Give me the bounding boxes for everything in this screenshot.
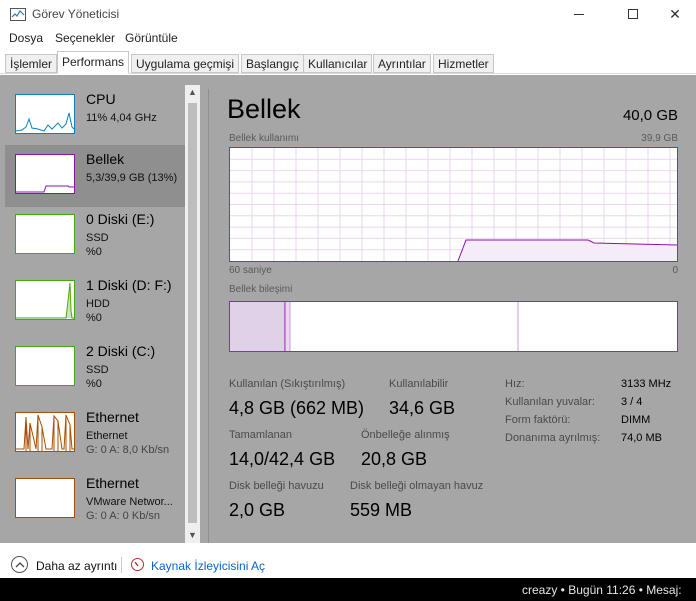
sidebar-item-detail: %0 xyxy=(86,378,102,390)
sidebar-item-throughput: G: 0 A: 8,0 Kb/sn xyxy=(86,444,170,456)
usage-graph-max: 39,9 GB xyxy=(641,133,678,144)
maximize-button[interactable] xyxy=(610,0,656,28)
open-resource-monitor-link[interactable]: Kaynak İzleyicisini Aç xyxy=(151,559,265,573)
speed-label: Hız: xyxy=(505,378,525,390)
sidebar-item-detail: Ethernet xyxy=(86,430,128,442)
sidebar-item-cpu[interactable]: CPU 11% 4,04 GHz xyxy=(5,85,185,147)
close-icon: ✕ xyxy=(669,5,681,22)
in-use-value: 4,8 GB (662 MB) xyxy=(229,398,365,418)
nonpaged-pool-label: Disk belleği olmayan havuz xyxy=(350,480,484,492)
memory-composition-bar xyxy=(229,301,678,352)
chevron-up-icon[interactable] xyxy=(11,556,28,573)
memory-total: 40,0 GB xyxy=(622,107,678,124)
sidebar-item-title: 2 Diski (C:) xyxy=(86,343,156,359)
maximize-icon xyxy=(628,9,638,19)
sidebar-item-detail: %0 xyxy=(86,312,102,324)
menu-bar: Dosya Seçenekler Görüntüle xyxy=(0,28,696,48)
tab-users[interactable]: Kullanıcılar xyxy=(303,54,373,73)
tab-processes[interactable]: İşlemler xyxy=(5,54,58,73)
sidebar-item-title: CPU xyxy=(86,91,116,107)
sidebar-item-memory[interactable]: Bellek 5,3/39,9 GB (13%) xyxy=(5,145,185,207)
ethernet-thumbnail-graph xyxy=(15,412,75,452)
task-manager-app-icon xyxy=(10,8,26,21)
tab-bar: İşlemler Performans Uygulama geçmişi Baş… xyxy=(0,48,696,74)
sidebar-item-title: Bellek xyxy=(86,151,125,167)
sidebar-item-title: Ethernet xyxy=(86,409,139,425)
scroll-down-icon[interactable]: ▼ xyxy=(185,528,200,543)
nonpaged-pool-value: 559 MB xyxy=(350,500,413,520)
resource-title: Bellek xyxy=(227,94,301,124)
scrollbar-thumb[interactable] xyxy=(188,103,197,523)
hardware-reserved-value: 74,0 MB xyxy=(621,432,662,444)
tab-details[interactable]: Ayrıntılar xyxy=(373,54,431,73)
scroll-up-icon[interactable]: ▲ xyxy=(185,85,200,100)
fewer-details-button[interactable]: Daha az ayrıntı xyxy=(36,559,117,573)
sidebar-item-title: 1 Diski (D: F:) xyxy=(86,277,172,293)
in-use-label: Kullanılan (Sıkıştırılmış) xyxy=(229,378,346,390)
composition-label: Bellek bileşimi xyxy=(229,284,293,295)
sidebar-item-detail: SSD xyxy=(86,232,109,244)
sidebar-item-detail: 5,3/39,9 GB (13%) xyxy=(86,172,178,184)
pane-divider xyxy=(208,89,209,543)
sidebar-item-ethernet[interactable]: Ethernet Ethernet G: 0 A: 8,0 Kb/sn xyxy=(5,403,185,465)
sidebar-item-throughput: G: 0 A: 0 Kb/sn xyxy=(86,510,160,522)
minimize-button[interactable] xyxy=(556,0,602,28)
sidebar-item-detail: VMware Networ... xyxy=(86,496,173,508)
disk-2-thumbnail-graph xyxy=(15,346,75,386)
hardware-reserved-label: Donanıma ayrılmış: xyxy=(505,432,601,444)
disk-1-thumbnail-graph xyxy=(15,280,75,320)
menu-file[interactable]: Dosya xyxy=(9,31,43,45)
form-factor-value: DIMM xyxy=(621,414,651,426)
memory-usage-graph xyxy=(229,147,678,262)
sidebar-item-disk-2[interactable]: 2 Diski (C:) SSD %0 xyxy=(5,337,185,399)
cached-label: Önbelleğe alınmış xyxy=(361,429,450,441)
sidebar-item-detail: %0 xyxy=(86,246,102,258)
available-value: 34,6 GB xyxy=(389,398,456,418)
resource-monitor-icon[interactable] xyxy=(131,558,144,571)
disk-0-thumbnail-graph xyxy=(15,214,75,254)
task-manager-window: Görev Yöneticisi ✕ Dosya Seçenekler Görü… xyxy=(0,0,696,578)
taskbar-fragment: creazy • Bugün 11:26 • Mesaj: xyxy=(0,578,696,601)
taskbar-text: creazy • Bugün 11:26 • Mesaj: xyxy=(522,583,682,597)
graph-time-right: 0 xyxy=(672,265,678,276)
sidebar-item-detail: SSD xyxy=(86,364,109,376)
graph-time-left: 60 saniye xyxy=(229,265,272,276)
sidebar-item-ethernet-vmware[interactable]: Ethernet VMware Networ... G: 0 A: 0 Kb/s… xyxy=(5,469,185,531)
sidebar-item-disk-1[interactable]: 1 Diski (D: F:) HDD %0 xyxy=(5,271,185,333)
slots-used-value: 3 / 4 xyxy=(621,396,643,408)
usage-graph-label: Bellek kullanımı xyxy=(229,133,300,144)
tab-services[interactable]: Hizmetler xyxy=(433,54,494,73)
tab-app-history[interactable]: Uygulama geçmişi xyxy=(131,54,240,73)
window-title: Görev Yöneticisi xyxy=(32,7,120,21)
menu-options[interactable]: Seçenekler xyxy=(55,31,115,45)
speed-value: 3133 MHz xyxy=(621,378,672,390)
paged-pool-label: Disk belleği havuzu xyxy=(229,480,324,492)
footer-bar: Daha az ayrıntı Kaynak İzleyicisini Aç xyxy=(0,543,696,578)
available-label: Kullanılabilir xyxy=(389,378,449,390)
ethernet-vmware-thumbnail-graph xyxy=(15,478,75,518)
menu-view[interactable]: Görüntüle xyxy=(125,31,178,45)
tab-startup[interactable]: Başlangıç xyxy=(241,54,304,73)
cached-value: 20,8 GB xyxy=(361,449,428,469)
committed-value: 14,0/42,4 GB xyxy=(229,449,336,469)
memory-thumbnail-graph xyxy=(15,154,75,194)
footer-separator xyxy=(121,557,122,573)
close-button[interactable]: ✕ xyxy=(654,0,696,28)
title-bar: Görev Yöneticisi ✕ xyxy=(0,0,696,28)
sidebar-item-detail: 11% 4,04 GHz xyxy=(86,112,157,124)
sidebar-item-disk-0[interactable]: 0 Diski (E:) SSD %0 xyxy=(5,205,185,267)
sidebar-item-title: 0 Diski (E:) xyxy=(86,211,155,227)
resource-list: CPU 11% 4,04 GHz Bellek 5,3/39,9 GB (13%… xyxy=(5,85,185,543)
sidebar-item-title: Ethernet xyxy=(86,475,139,491)
sidebar-item-detail: HDD xyxy=(86,298,110,310)
committed-label: Tamamlanan xyxy=(229,429,292,441)
cpu-thumbnail-graph xyxy=(15,94,75,134)
form-factor-label: Form faktörü: xyxy=(505,414,571,426)
slots-used-label: Kullanılan yuvalar: xyxy=(505,396,595,408)
tab-performance[interactable]: Performans xyxy=(57,51,130,74)
performance-panel: CPU 11% 4,04 GHz Bellek 5,3/39,9 GB (13%… xyxy=(0,75,696,543)
sidebar-scrollbar[interactable]: ▲ ▼ xyxy=(185,85,200,543)
paged-pool-value: 2,0 GB xyxy=(229,500,286,520)
minimize-icon xyxy=(574,13,584,15)
